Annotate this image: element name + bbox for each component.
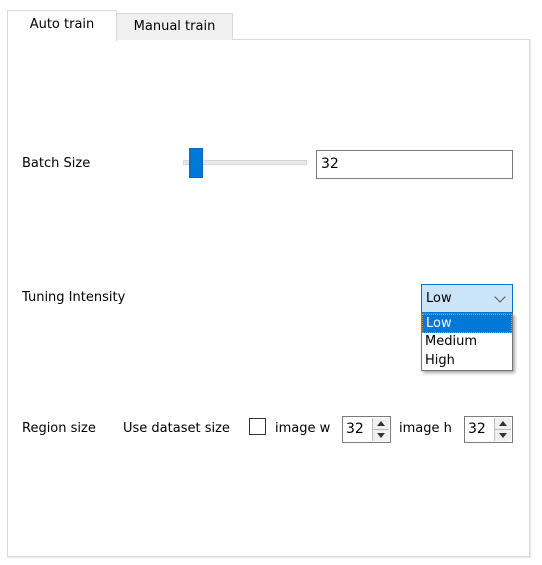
image-w-spinbox[interactable]: 32 (342, 416, 391, 443)
option-high[interactable]: High (422, 352, 512, 371)
use-dataset-size-checkbox[interactable] (249, 418, 266, 435)
image-w-value: 32 (346, 421, 364, 437)
chevron-down-icon (494, 291, 506, 303)
spin-divider (373, 429, 389, 430)
spin-up-icon[interactable] (377, 421, 385, 426)
tab-auto-train-label: Auto train (29, 17, 95, 32)
image-h-value: 32 (468, 421, 486, 437)
image-w-label: image w (275, 421, 331, 436)
use-dataset-size-label: Use dataset size (123, 421, 230, 436)
spin-down-icon[interactable] (499, 433, 507, 438)
tab-auto-train[interactable]: Auto train (7, 10, 117, 41)
batch-size-label: Batch Size (22, 156, 91, 171)
image-h-spinbox[interactable]: 32 (464, 416, 513, 443)
image-h-spin-buttons[interactable] (494, 418, 511, 441)
spin-divider (495, 429, 511, 430)
image-h-label: image h (399, 421, 452, 436)
tuning-intensity-combobox[interactable]: Low (421, 284, 513, 313)
tuning-intensity-label: Tuning Intensity (22, 290, 126, 305)
tuning-intensity-dropdown-list: Low Medium High (421, 313, 513, 371)
batch-size-value: 32 (321, 156, 339, 172)
image-w-spin-buttons[interactable] (372, 418, 389, 441)
region-size-label: Region size (22, 421, 96, 436)
tab-manual-train[interactable]: Manual train (116, 13, 233, 40)
spin-down-icon[interactable] (377, 433, 385, 438)
tuning-intensity-selected: Low (426, 291, 452, 306)
tab-manual-train-label: Manual train (133, 19, 216, 34)
option-low[interactable]: Low (422, 314, 512, 333)
batch-size-input[interactable]: 32 (316, 150, 513, 179)
spin-up-icon[interactable] (499, 421, 507, 426)
option-medium[interactable]: Medium (422, 333, 512, 352)
batch-size-slider-handle[interactable] (189, 148, 203, 178)
